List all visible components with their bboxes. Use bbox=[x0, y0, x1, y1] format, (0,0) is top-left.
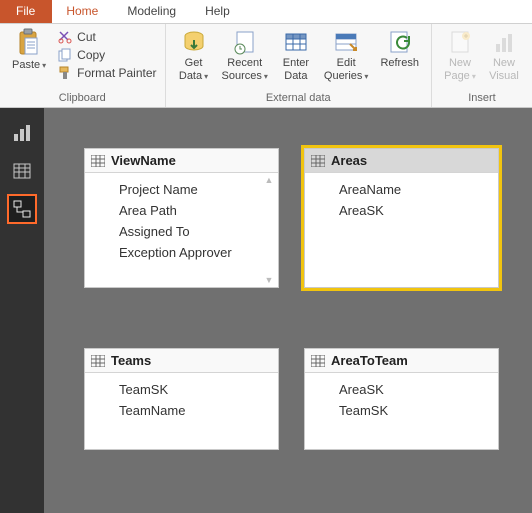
menu-tabs: File Home Modeling Help bbox=[0, 0, 532, 24]
entity-viewname[interactable]: ViewName Project Name Area Path Assigned… bbox=[84, 148, 279, 288]
field[interactable]: Project Name bbox=[119, 179, 268, 200]
group-insert: New Page New Visual Insert bbox=[432, 24, 532, 107]
new-visual-button: New Visual bbox=[482, 26, 526, 84]
table-icon bbox=[91, 155, 105, 167]
entity-areas-title: Areas bbox=[331, 153, 367, 168]
cut-label: Cut bbox=[77, 30, 96, 44]
refresh-button[interactable]: Refresh bbox=[374, 26, 425, 72]
new-page-label: New Page bbox=[444, 57, 476, 82]
tab-modeling[interactable]: Modeling bbox=[113, 0, 191, 23]
data-view-button[interactable] bbox=[7, 156, 37, 186]
group-insert-label: Insert bbox=[438, 90, 526, 107]
new-visual-icon bbox=[490, 28, 518, 56]
scissors-icon bbox=[58, 30, 72, 44]
copy-label: Copy bbox=[77, 48, 105, 62]
field[interactable]: Exception Approver bbox=[119, 242, 268, 263]
entity-areas[interactable]: Areas AreaName AreaSK bbox=[304, 148, 499, 288]
model-canvas[interactable]: ViewName Project Name Area Path Assigned… bbox=[44, 108, 532, 513]
table-icon bbox=[311, 355, 325, 367]
field[interactable]: TeamName bbox=[119, 400, 268, 421]
group-clipboard: Paste Cut Copy Format Painter Clipboard bbox=[0, 24, 166, 107]
get-data-button[interactable]: Get Data bbox=[172, 26, 216, 84]
entity-teams-body: TeamSK TeamName bbox=[85, 373, 278, 433]
edit-queries-label: Edit Queries bbox=[324, 57, 369, 82]
get-data-label: Get Data bbox=[179, 57, 208, 82]
table-icon bbox=[13, 162, 31, 180]
paste-label: Paste bbox=[12, 59, 46, 72]
paintbrush-icon bbox=[58, 66, 72, 80]
tab-help[interactable]: Help bbox=[191, 0, 245, 23]
edit-queries-button[interactable]: Edit Queries bbox=[318, 26, 375, 84]
table-icon bbox=[311, 155, 325, 167]
new-page-button: New Page bbox=[438, 26, 482, 84]
recent-sources-button[interactable]: Recent Sources bbox=[216, 26, 274, 84]
copy-icon bbox=[58, 48, 72, 62]
field[interactable]: TeamSK bbox=[119, 379, 268, 400]
relationship-icon bbox=[13, 200, 31, 218]
cut-button[interactable]: Cut bbox=[58, 30, 156, 44]
entity-areatoteam-header[interactable]: AreaToTeam bbox=[305, 349, 498, 373]
format-painter-label: Format Painter bbox=[77, 66, 156, 80]
recent-sources-label: Recent Sources bbox=[222, 57, 268, 82]
main-area: ViewName Project Name Area Path Assigned… bbox=[0, 108, 532, 513]
field[interactable]: AreaName bbox=[339, 179, 488, 200]
tab-home[interactable]: Home bbox=[52, 0, 113, 23]
ribbon: Paste Cut Copy Format Painter Clipboard bbox=[0, 24, 532, 108]
field[interactable]: Area Path bbox=[119, 200, 268, 221]
report-view-button[interactable] bbox=[7, 118, 37, 148]
enter-data-button[interactable]: Enter Data bbox=[274, 26, 318, 84]
scrollbar[interactable]: ▲▼ bbox=[262, 175, 276, 285]
bar-chart-icon bbox=[13, 124, 31, 142]
tab-file[interactable]: File bbox=[0, 0, 52, 23]
entity-teams[interactable]: Teams TeamSK TeamName bbox=[84, 348, 279, 450]
enter-data-icon bbox=[282, 28, 310, 56]
entity-viewname-header[interactable]: ViewName bbox=[85, 149, 278, 173]
entity-viewname-body: Project Name Area Path Assigned To Excep… bbox=[85, 173, 278, 271]
model-view-button[interactable] bbox=[7, 194, 37, 224]
copy-button[interactable]: Copy bbox=[58, 48, 156, 62]
entity-areas-body: AreaName AreaSK bbox=[305, 173, 498, 233]
field[interactable]: AreaSK bbox=[339, 200, 488, 221]
entity-teams-title: Teams bbox=[111, 353, 151, 368]
refresh-icon bbox=[386, 28, 414, 56]
edit-queries-icon bbox=[332, 28, 360, 56]
new-page-icon bbox=[446, 28, 474, 56]
entity-teams-header[interactable]: Teams bbox=[85, 349, 278, 373]
field[interactable]: Assigned To bbox=[119, 221, 268, 242]
get-data-icon bbox=[180, 28, 208, 56]
enter-data-label: Enter Data bbox=[283, 57, 309, 82]
field[interactable]: AreaSK bbox=[339, 379, 488, 400]
entity-areatoteam-body: AreaSK TeamSK bbox=[305, 373, 498, 433]
refresh-label: Refresh bbox=[380, 57, 419, 70]
entity-areatoteam[interactable]: AreaToTeam AreaSK TeamSK bbox=[304, 348, 499, 450]
group-clipboard-label: Clipboard bbox=[6, 90, 159, 107]
entity-viewname-title: ViewName bbox=[111, 153, 176, 168]
field[interactable]: TeamSK bbox=[339, 400, 488, 421]
group-external-label: External data bbox=[172, 90, 425, 107]
entity-areas-header[interactable]: Areas bbox=[305, 149, 498, 173]
entity-areatoteam-title: AreaToTeam bbox=[331, 353, 408, 368]
new-visual-label: New Visual bbox=[489, 57, 519, 82]
table-icon bbox=[91, 355, 105, 367]
recent-sources-icon bbox=[231, 28, 259, 56]
paste-button[interactable]: Paste bbox=[6, 26, 52, 74]
group-external-data: Get Data Recent Sources Enter Data Edit … bbox=[166, 24, 432, 107]
format-painter-button[interactable]: Format Painter bbox=[58, 66, 156, 80]
view-rail bbox=[0, 108, 44, 513]
